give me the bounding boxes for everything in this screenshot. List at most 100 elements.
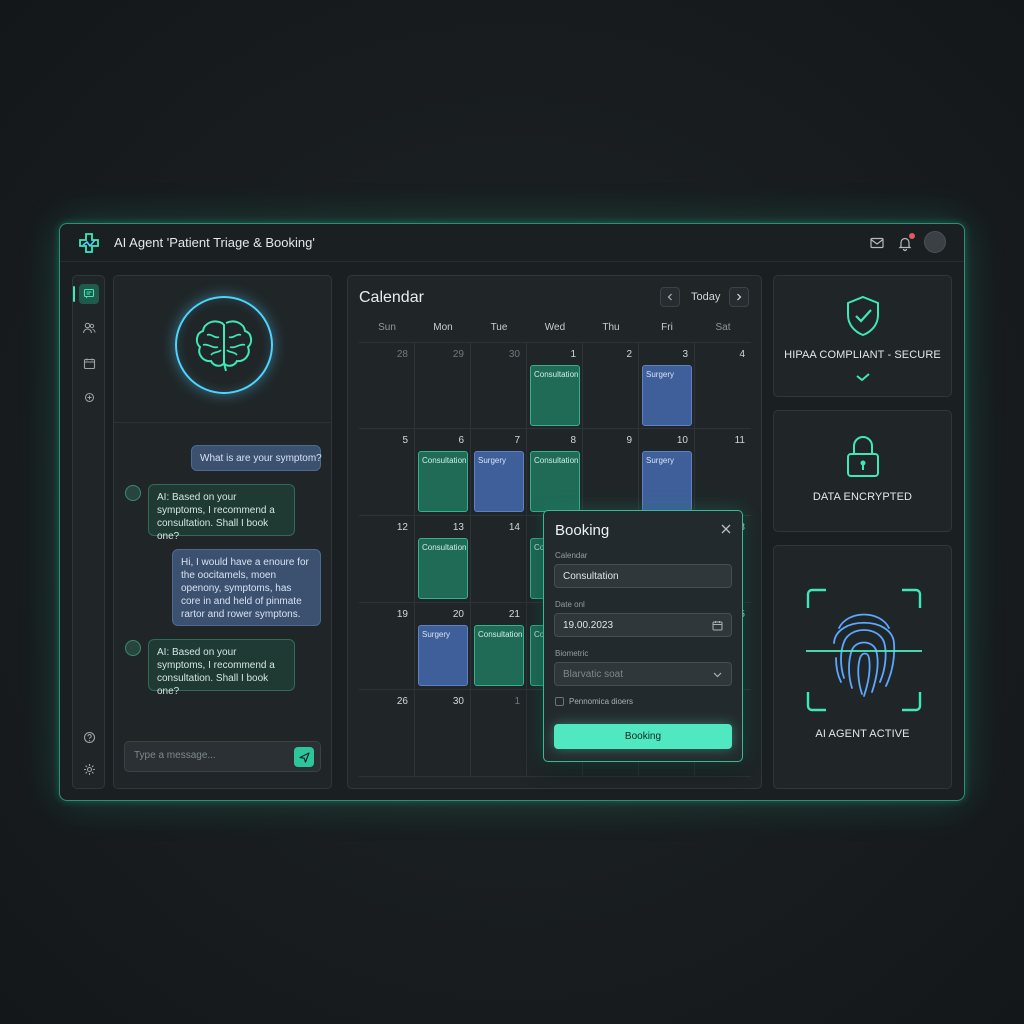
hipaa-label: HIPAA COMPLIANT - SECURE <box>784 349 941 361</box>
calendar-day-cell[interactable]: 30 <box>415 690 471 777</box>
mail-icon[interactable] <box>868 234 886 252</box>
calendar-day-cell[interactable]: 4 <box>695 342 751 429</box>
day-number: 1 <box>514 696 520 707</box>
chevron-down-icon <box>713 672 722 678</box>
calendar-day-cell[interactable]: 8 Consultation <box>527 429 583 516</box>
weekday-header: Tue <box>490 322 508 333</box>
calendar-day-cell[interactable]: 5 <box>359 429 415 516</box>
chat-message-ai: AI: Based on your symptoms, I recommend … <box>148 484 295 542</box>
send-button[interactable] <box>294 747 314 767</box>
calendar-day-cell[interactable]: 7 Surgery <box>471 429 527 516</box>
day-number: 9 <box>626 435 632 446</box>
calendar-type-field[interactable]: Consultation <box>554 564 732 588</box>
chat-panel: What is are your symptom? AI: Based on y… <box>113 275 332 789</box>
calendar-day-cell[interactable]: 28 <box>359 342 415 429</box>
consent-checkbox[interactable] <box>555 697 564 706</box>
date-field[interactable]: 19.00.2023 <box>554 613 732 637</box>
day-number: 8 <box>570 435 576 446</box>
biometric-select[interactable]: Blarvatic soat <box>554 662 732 686</box>
app-window: AI Agent 'Patient Triage & Booking' What… <box>59 223 965 801</box>
sidebar <box>72 275 105 789</box>
day-number: 20 <box>452 609 464 620</box>
calendar-icon[interactable] <box>712 620 723 631</box>
date-field-label: Date onl <box>555 600 585 609</box>
sidebar-item-help[interactable] <box>79 727 99 747</box>
weekday-header: Thu <box>602 322 620 333</box>
calendar-event-surgery[interactable]: Surgery <box>642 451 692 512</box>
calendar-title: Calendar <box>359 289 424 306</box>
next-month-button[interactable] <box>729 287 749 307</box>
user-avatar[interactable] <box>924 231 946 253</box>
calendar-event-consultation[interactable]: Consultation <box>474 625 524 686</box>
today-button[interactable]: Today <box>691 291 720 303</box>
calendar-event-surgery[interactable]: Surgery <box>418 625 468 686</box>
message-input[interactable] <box>134 750 284 761</box>
title-bar: AI Agent 'Patient Triage & Booking' <box>60 224 964 262</box>
calendar-day-cell[interactable]: 21 Consultation <box>471 603 527 690</box>
day-number: 6 <box>458 435 464 446</box>
calendar-event-consultation[interactable]: Consultation <box>418 451 468 512</box>
calendar-day-cell[interactable]: 11 <box>695 429 751 516</box>
calendar-day-cell[interactable]: 20 Surgery <box>415 603 471 690</box>
fingerprint-scan-icon <box>806 588 922 712</box>
calendar-event-consultation[interactable]: Consultation <box>530 365 580 426</box>
close-icon[interactable] <box>720 523 732 535</box>
calendar-day-cell[interactable]: 10 Surgery <box>639 429 695 516</box>
calendar-day-cell[interactable]: 14 <box>471 516 527 603</box>
day-number: 13 <box>452 522 464 533</box>
app-title: AI Agent 'Patient Triage & Booking' <box>114 235 315 250</box>
day-number: 5 <box>402 435 408 446</box>
sidebar-item-patients[interactable] <box>79 318 99 338</box>
medical-cross-logo-icon <box>79 233 99 253</box>
ai-brain-emblem <box>175 296 273 394</box>
day-number: 26 <box>396 696 408 707</box>
day-number: 30 <box>452 696 464 707</box>
calendar-day-cell[interactable]: 2 <box>583 342 639 429</box>
calendar-day-cell[interactable]: 12 <box>359 516 415 603</box>
calendar-day-cell[interactable]: 29 <box>415 342 471 429</box>
calendar-day-cell[interactable]: 30 <box>471 342 527 429</box>
calendar-event-surgery[interactable]: Surgery <box>474 451 524 512</box>
calendar-event-consultation[interactable]: Consultation <box>530 451 580 512</box>
day-number: 10 <box>676 435 688 446</box>
booking-button[interactable]: Booking <box>554 724 732 749</box>
weekday-header: Fri <box>661 322 673 333</box>
day-number: 3 <box>682 349 688 360</box>
date-value: 19.00.2023 <box>563 620 614 631</box>
ai-avatar-icon <box>125 640 141 656</box>
checkbox-label: Pennomica dioers <box>569 697 634 706</box>
chevron-right-icon <box>737 293 742 301</box>
chat-icon <box>83 288 95 299</box>
calendar-event-consultation[interactable]: Consultation <box>418 538 468 599</box>
agent-active-label: AI AGENT ACTIVE <box>815 728 910 740</box>
day-number: 7 <box>514 435 520 446</box>
day-number: 1 <box>570 349 576 360</box>
sidebar-item-settings[interactable] <box>79 759 99 779</box>
hipaa-status-card: HIPAA COMPLIANT - SECURE <box>773 275 952 397</box>
calendar-day-cell[interactable]: 1 Consultation <box>527 342 583 429</box>
booking-title: Booking <box>555 522 610 539</box>
calendar-day-cell[interactable]: 9 <box>583 429 639 516</box>
calendar-day-cell[interactable]: 6 Consultation <box>415 429 471 516</box>
sidebar-item-ai[interactable] <box>79 387 99 407</box>
sidebar-item-chat[interactable] <box>73 284 99 304</box>
calendar-day-cell[interactable]: 13 Consultation <box>415 516 471 603</box>
calendar-day-cell[interactable]: 3 Surgery <box>639 342 695 429</box>
calendar-day-cell[interactable]: 26 <box>359 690 415 777</box>
sidebar-item-calendar[interactable] <box>79 353 99 373</box>
settings-icon <box>83 763 95 775</box>
calendar-day-cell[interactable]: 19 <box>359 603 415 690</box>
day-number: 2 <box>626 349 632 360</box>
prev-month-button[interactable] <box>660 287 680 307</box>
calendar-day-cell[interactable]: 1 <box>471 690 527 777</box>
day-number: 29 <box>452 349 464 360</box>
calendar-event-surgery[interactable]: Surgery <box>642 365 692 426</box>
weekday-header: Mon <box>433 322 453 333</box>
chat-message-user: What is are your symptom? <box>191 445 322 471</box>
day-number: 11 <box>734 435 745 446</box>
brain-icon <box>195 320 253 372</box>
weekday-header: Sun <box>378 322 396 333</box>
weekday-header: Wed <box>544 322 566 333</box>
notifications-button[interactable] <box>896 233 915 252</box>
chat-message-ai: AI: Based on your symptoms, I recommend … <box>148 639 295 697</box>
